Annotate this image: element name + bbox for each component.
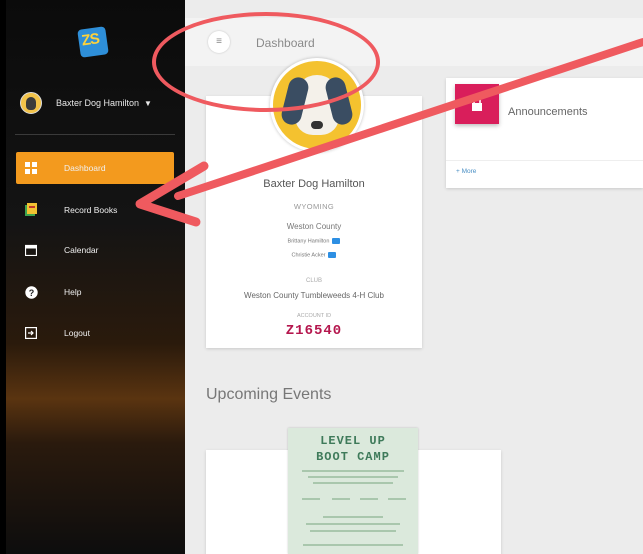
- poster-title: BOOT CAMP: [316, 450, 390, 464]
- sidebar-item-label: Logout: [64, 328, 90, 338]
- sidebar-item-logout[interactable]: Logout: [16, 317, 174, 349]
- divider: [446, 160, 643, 161]
- announcements-more-link[interactable]: + More: [456, 168, 476, 175]
- avatar: [20, 92, 42, 114]
- app-logo[interactable]: ZS: [77, 26, 109, 58]
- contact-row[interactable]: Christie Acker: [206, 252, 422, 258]
- contact-name: Christie Acker: [291, 252, 326, 259]
- sidebar-item-dashboard[interactable]: Dashboard: [16, 152, 174, 184]
- calendar-icon: [24, 243, 38, 257]
- user-name: Baxter Dog Hamilton: [56, 98, 140, 108]
- contact-row[interactable]: Brittany Hamilton: [206, 238, 422, 244]
- divider: [15, 134, 175, 135]
- dog-nose: [311, 121, 323, 129]
- logout-icon: [24, 326, 38, 340]
- member-county: Weston County: [286, 222, 342, 231]
- account-label: ACCOUNT ID: [296, 313, 332, 319]
- announcements-badge: [455, 84, 499, 124]
- poster-text: [313, 482, 393, 484]
- poster-text: [308, 476, 398, 478]
- logo-text: ZS: [80, 30, 100, 50]
- mail-icon[interactable]: [332, 238, 341, 244]
- annotation-ellipse: [152, 12, 380, 112]
- sidebar-item-help[interactable]: ? Help: [16, 276, 174, 308]
- section-title: Upcoming Events: [206, 386, 332, 403]
- svg-text:?: ?: [28, 288, 34, 298]
- poster-text: [303, 544, 403, 546]
- announcements-title: Announcements: [508, 106, 588, 118]
- poster-text: [323, 516, 383, 518]
- poster-text: [310, 530, 396, 532]
- dashboard-icon: [24, 161, 38, 175]
- sidebar-item-calendar[interactable]: Calendar: [16, 234, 174, 266]
- sidebar-item-record-books[interactable]: Record Books: [16, 194, 174, 226]
- sidebar-item-label: Dashboard: [64, 163, 106, 173]
- record-books-icon: [24, 203, 38, 217]
- poster-text: [302, 470, 404, 472]
- poster-text: [360, 498, 378, 500]
- poster-text: [332, 498, 350, 500]
- mail-icon[interactable]: [328, 252, 337, 258]
- app-window: ZS Baxter Dog Hamilton ▼ Dashboard Recor…: [0, 0, 643, 554]
- poster-title: LEVEL UP: [320, 434, 386, 448]
- poster-text: [302, 498, 320, 500]
- lock-icon: [472, 96, 482, 111]
- club-name: Weston County Tumbleweeds 4-H Club: [244, 291, 384, 300]
- member-state: WYOMING: [293, 202, 335, 211]
- event-poster[interactable]: LEVEL UP BOOT CAMP: [288, 428, 418, 554]
- sidebar: ZS Baxter Dog Hamilton ▼ Dashboard Recor…: [0, 0, 185, 554]
- sidebar-item-label: Help: [64, 287, 82, 297]
- sidebar-item-label: Record Books: [64, 205, 118, 215]
- account-id: Z16540: [285, 323, 343, 339]
- help-icon: ?: [24, 285, 38, 299]
- sidebar-item-label: Calendar: [64, 245, 99, 255]
- poster-text: [388, 498, 406, 500]
- user-menu[interactable]: Baxter Dog Hamilton ▼: [20, 92, 152, 114]
- member-name: Baxter Dog Hamilton: [263, 178, 365, 190]
- poster-text: [306, 523, 400, 525]
- caret-down-icon: ▼: [144, 98, 152, 108]
- contact-name: Brittany Hamilton: [287, 238, 330, 245]
- club-label: CLUB: [305, 278, 322, 284]
